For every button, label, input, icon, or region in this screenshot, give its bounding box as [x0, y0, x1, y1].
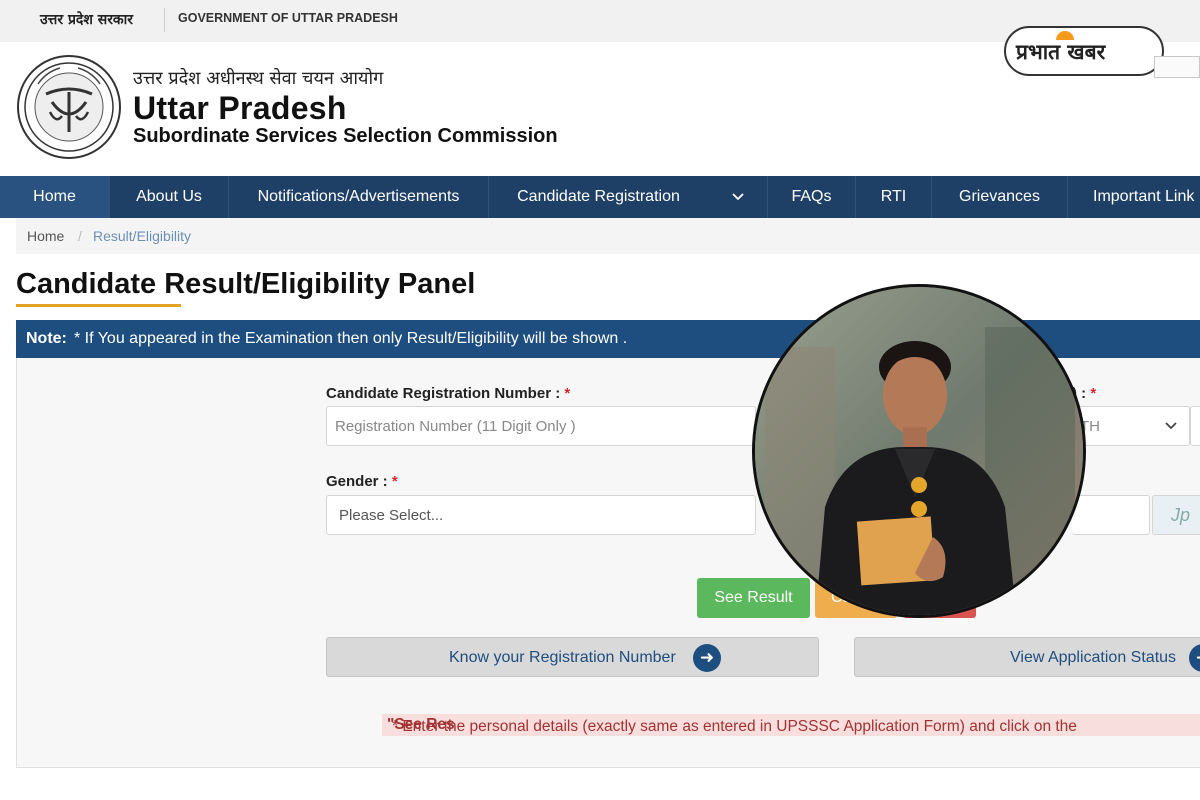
page-title: Candidate Result/Eligibility Panel: [16, 268, 476, 300]
gov-english-label: GOVERNMENT OF UTTAR PRADESH: [178, 11, 398, 25]
gender-placeholder: Please Select...: [339, 507, 444, 524]
know-registration-number-button[interactable]: Know your Registration Number ➜: [326, 637, 819, 677]
note-text: * If You appeared in the Examination the…: [74, 330, 628, 347]
prabhat-khabar-logo: प्रभात खबर: [1004, 26, 1164, 76]
title-underline: [16, 304, 181, 307]
breadcrumb-separator: /: [78, 228, 82, 244]
chevron-down-icon: [731, 193, 744, 201]
gender-label: Gender : *: [326, 473, 398, 490]
student-photo: [752, 284, 1086, 618]
note-label: Note:: [26, 330, 67, 347]
nav-notifications[interactable]: Notifications/Advertisements: [229, 176, 489, 218]
arrow-right-circle-icon: ➜: [693, 644, 721, 672]
required-mark: *: [391, 473, 398, 490]
nav-dropdown-toggle[interactable]: [708, 176, 768, 218]
main-navbar: Home About Us Notifications/Advertisemen…: [0, 176, 1200, 218]
nav-grievances[interactable]: Grievances: [932, 176, 1068, 218]
dob-year-select[interactable]: [1190, 406, 1200, 446]
gender-label-text: Gender :: [326, 473, 388, 490]
registration-label: Candidate Registration Number : *: [326, 385, 570, 402]
org-hindi-name: उत्तर प्रदेश अधीनस्थ सेवा चयन आयोग: [133, 68, 384, 89]
see-result-button[interactable]: See Result: [697, 578, 810, 618]
view-status-label: View Application Status: [1010, 649, 1177, 666]
breadcrumb-home[interactable]: Home: [27, 228, 64, 244]
required-mark: *: [564, 385, 571, 402]
breadcrumb: Home / Result/Eligibility: [16, 218, 1200, 254]
captcha-image: Jp: [1152, 495, 1200, 535]
brand-logo-text: प्रभात खबर: [1016, 40, 1106, 64]
registration-label-text: Candidate Registration Number :: [326, 385, 561, 402]
breadcrumb-current: Result/Eligibility: [93, 228, 192, 244]
disclaimer-main: * Enter the personal details (exactly sa…: [392, 718, 1077, 735]
arrow-right-circle-icon: ➜: [1189, 644, 1200, 672]
site-header: उत्तर प्रदेश अधीनस्थ सेवा चयन आयोग Uttar…: [0, 26, 1200, 176]
up-emblem-icon[interactable]: [16, 54, 122, 160]
captcha-input[interactable]: [1072, 495, 1150, 535]
broken-image-icon: [1154, 56, 1200, 78]
dob-month-select[interactable]: TH: [1072, 406, 1190, 446]
nav-home[interactable]: Home: [0, 176, 110, 218]
disclaimer-text: * Enter the personal details (exactly sa…: [382, 714, 1200, 736]
nav-important-link[interactable]: Important Link: [1068, 176, 1200, 218]
captcha-text: Jp: [1171, 505, 1191, 525]
gender-select[interactable]: Please Select...: [326, 495, 756, 535]
gov-hindi-label: उत्तर प्रदेश सरकार: [40, 12, 134, 28]
nav-about-us[interactable]: About Us: [110, 176, 229, 218]
nav-candidate-registration[interactable]: Candidate Registration: [489, 176, 708, 218]
org-title: Uttar Pradesh: [133, 90, 347, 126]
student-illustration: [755, 287, 1083, 615]
chevron-down-icon: [1165, 422, 1177, 430]
know-registration-label: Know your Registration Number: [449, 649, 676, 666]
topbar-divider: [164, 8, 165, 32]
org-subtitle: Subordinate Services Selection Commissio…: [133, 125, 558, 147]
view-application-status-button[interactable]: View Application Status ➜: [854, 637, 1200, 677]
required-mark: *: [1090, 385, 1097, 402]
registration-placeholder: Registration Number (11 Digit Only ): [335, 418, 576, 435]
nav-rti[interactable]: RTI: [856, 176, 932, 218]
nav-faqs[interactable]: FAQs: [768, 176, 856, 218]
registration-number-input[interactable]: Registration Number (11 Digit Only ): [326, 406, 756, 446]
